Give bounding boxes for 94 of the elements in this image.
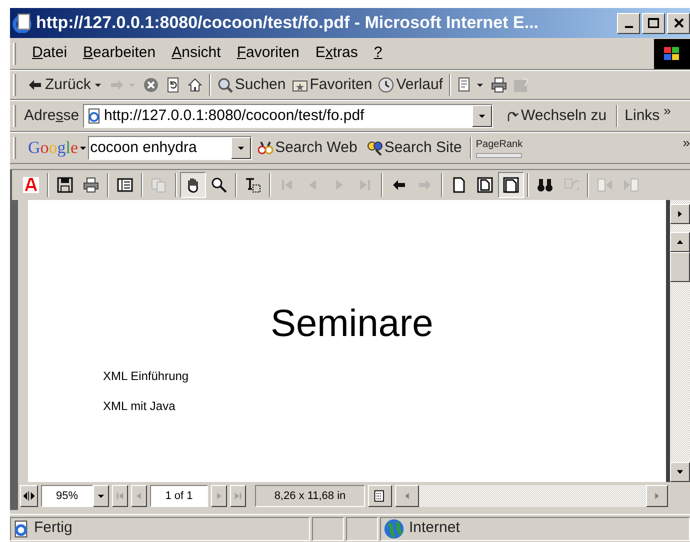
go-button[interactable]: Wechseln zu (499, 104, 613, 128)
document-text: XML Einführung (103, 368, 189, 385)
binoculars-icon (537, 177, 553, 193)
browser-icon (12, 13, 32, 33)
menu-item[interactable]: Extras (307, 42, 366, 65)
page-icon (12, 520, 30, 538)
menu-item[interactable]: Favoriten (228, 42, 308, 65)
first-page-icon (115, 491, 125, 501)
stop-icon (142, 77, 159, 93)
search-button[interactable]: Search Web (254, 136, 362, 160)
globe-icon (383, 518, 405, 540)
acrobat-logo-icon (23, 177, 39, 193)
last-page-icon (233, 491, 243, 501)
split-button[interactable] (20, 485, 38, 507)
curved-arrow-icon (505, 109, 520, 123)
previous-page-icon (134, 491, 144, 501)
page-layout-icon (373, 489, 387, 503)
pagerank-label: PageRank (476, 138, 523, 150)
copy-icon (151, 177, 167, 193)
page-icon (86, 108, 102, 124)
toolbar-button[interactable]: Favoriten (288, 73, 376, 97)
panel-icon (117, 177, 133, 193)
toolbar-button[interactable]: Zurück (24, 73, 106, 97)
dropdown-button[interactable] (231, 137, 252, 159)
last-page-icon (357, 177, 373, 193)
scroll-left-button[interactable] (395, 485, 419, 507)
dropdown-button[interactable] (93, 485, 109, 507)
split-arrows-icon (23, 490, 35, 502)
next-page-button[interactable] (211, 485, 227, 507)
magnifier-icon (367, 140, 384, 156)
chevron-button[interactable]: » (664, 101, 671, 120)
zoom-field[interactable]: 95% (41, 485, 93, 507)
hand-icon (185, 177, 201, 193)
vertical-scrollbar[interactable] (666, 200, 690, 482)
horizontal-scrollbar[interactable] (395, 485, 668, 507)
scroll-up-button[interactable] (670, 232, 690, 252)
status-text: Fertig (34, 518, 72, 538)
toolbar-button[interactable]: Verlauf (375, 73, 446, 97)
windows-logo-icon (654, 38, 690, 68)
arrow-icon (417, 177, 433, 193)
fit-width-button[interactable] (498, 172, 524, 198)
page-arrow-icon (597, 177, 613, 193)
binoculars-icon (258, 140, 274, 156)
minimize-icon (624, 26, 632, 28)
maximize-icon (648, 18, 659, 28)
dropdown-button[interactable] (472, 105, 492, 127)
page-arrow-icon (623, 177, 639, 193)
clock-icon (378, 77, 394, 93)
address-field[interactable]: http://127.0.0.1:8080/cocoon/test/fo.pdf (83, 104, 494, 128)
zone-text: Internet (409, 518, 460, 538)
menu-item[interactable]: Bearbeiten (75, 42, 164, 65)
search-icon (216, 77, 233, 93)
refresh-icon (164, 77, 181, 93)
expand-pane-button[interactable] (670, 204, 690, 224)
fit-width-icon (503, 177, 519, 193)
first-page-icon (279, 177, 295, 193)
printer-icon (490, 77, 507, 93)
maximize-button[interactable] (642, 12, 665, 34)
chevron-button[interactable]: » (682, 133, 690, 152)
links-label[interactable]: Links (620, 104, 664, 128)
hand-button[interactable] (180, 172, 206, 198)
address-label: Adresse (24, 106, 80, 126)
magnifier-icon (211, 177, 227, 193)
toolbar-button[interactable]: Suchen (214, 73, 289, 97)
printer-icon (83, 177, 99, 193)
window-title: http://127.0.0.1:8080/cocoon/test/fo.pdf - Microsoft Internet E... (36, 12, 539, 34)
google-logo-button[interactable]: Google (24, 135, 88, 161)
next-page-icon (214, 491, 224, 501)
page-icon (451, 177, 467, 193)
status-panel (346, 516, 378, 540)
fit-page-icon (477, 177, 493, 193)
home-icon (186, 77, 203, 93)
text-select-icon (245, 177, 261, 193)
scroll-thumb[interactable] (670, 252, 690, 282)
previous-page-button[interactable] (131, 485, 147, 507)
search-button[interactable]: Search Site (363, 136, 466, 160)
status-panel (312, 516, 344, 540)
close-button[interactable] (667, 12, 690, 34)
menu-item[interactable]: Datei (24, 42, 76, 65)
menu-item[interactable]: Ansicht (164, 42, 229, 65)
page-size-label: 8,26 x 11,68 in (255, 485, 365, 507)
document-text: XML mit Java (103, 398, 176, 415)
page-layout-button[interactable] (368, 485, 392, 507)
search-field[interactable]: cocoon enhydra (88, 136, 252, 160)
minimize-button[interactable] (617, 12, 640, 34)
scroll-down-button[interactable] (670, 462, 690, 482)
page-field[interactable]: 1 of 1 (150, 485, 208, 507)
menu-item[interactable]: ? (366, 42, 390, 65)
arrow-icon (108, 77, 125, 93)
last-page-button[interactable] (230, 485, 246, 507)
scroll-right-button[interactable] (646, 485, 668, 507)
document-title: Seminare (270, 302, 434, 347)
first-page-button[interactable] (112, 485, 128, 507)
close-icon (674, 18, 684, 28)
